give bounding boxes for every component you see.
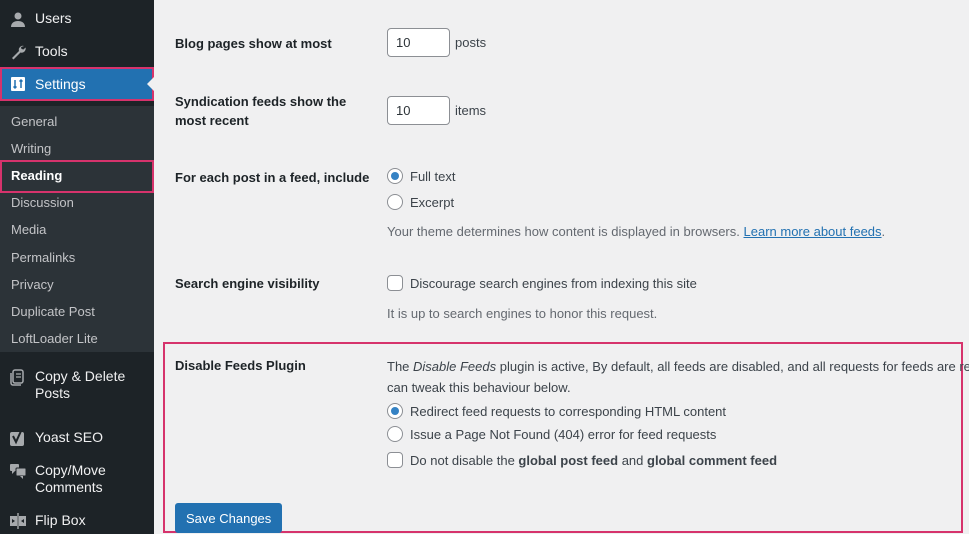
comments-icon xyxy=(8,461,28,481)
full-text-option[interactable]: Full text xyxy=(387,168,456,184)
yoast-icon xyxy=(8,428,28,448)
save-changes-button[interactable]: Save Changes xyxy=(175,503,283,533)
sidebar-item-copy-delete-posts[interactable]: Copy & Delete Posts xyxy=(0,367,154,402)
sidebar-item-users[interactable]: Users xyxy=(0,9,154,29)
disable-feeds-description: The Disable Feeds plugin is active, By d… xyxy=(387,356,969,398)
submenu-permalinks[interactable]: Permalinks xyxy=(11,250,75,265)
excerpt-label: Excerpt xyxy=(410,194,455,210)
gf-post-feed: global post feed xyxy=(518,452,619,468)
feed-include-label: For each post in a feed, include xyxy=(175,170,370,185)
reading-highlight xyxy=(0,160,154,193)
learn-more-feeds-link[interactable]: Learn more about feeds xyxy=(744,224,882,239)
feed-description-text: Your theme determines how content is dis… xyxy=(387,224,740,239)
global-feed-label: Do not disable the global post feed and … xyxy=(410,453,777,468)
discourage-search-checkbox[interactable] xyxy=(387,275,403,291)
submenu-duplicate-post[interactable]: Duplicate Post xyxy=(11,304,95,319)
syndication-label: Syndication feeds show the most recent xyxy=(175,92,346,130)
feed-items-input[interactable] xyxy=(387,96,450,125)
copy-move-line2: Comments xyxy=(35,479,103,495)
syndication-label-line1: Syndication feeds show the xyxy=(175,94,347,109)
submenu-media[interactable]: Media xyxy=(11,222,46,237)
posts-unit: posts xyxy=(455,35,487,50)
desc-rest: plugin is active, By default, all feeds … xyxy=(496,359,969,374)
discourage-search-label: Discourage search engines from indexing … xyxy=(410,275,697,291)
items-unit: items xyxy=(455,103,487,118)
gf-mid: and xyxy=(618,452,647,468)
copy-delete-icon xyxy=(8,367,28,387)
submenu-loftloader-lite[interactable]: LoftLoader Lite xyxy=(11,331,98,346)
link-suffix: . xyxy=(881,224,886,239)
submenu-general[interactable]: General xyxy=(11,114,57,129)
admin-sidebar: Users Tools Settings General Writing Rea… xyxy=(0,0,154,534)
excerpt-option[interactable]: Excerpt xyxy=(387,194,454,210)
search-visibility-label: Search engine visibility xyxy=(175,276,320,291)
full-text-radio[interactable] xyxy=(387,168,403,184)
wrench-icon xyxy=(8,42,28,62)
redirect-feed-option[interactable]: Redirect feed requests to corresponding … xyxy=(387,403,726,419)
feed-description: Your theme determines how content is dis… xyxy=(387,224,885,239)
blog-pages-label: Blog pages show at most xyxy=(175,36,332,51)
posts-per-page-input[interactable] xyxy=(387,28,450,57)
404-error-label: Issue a Page Not Found (404) error for f… xyxy=(410,426,717,442)
sidebar-item-copy-move-comments[interactable]: Copy/Move Comments xyxy=(0,461,154,496)
users-icon xyxy=(8,9,28,29)
sidebar-item-tools[interactable]: Tools xyxy=(0,42,154,62)
gf-comment-feed: global comment feed xyxy=(647,452,778,468)
desc-plugin-name: Disable Feeds xyxy=(413,359,497,374)
disable-feeds-label: Disable Feeds Plugin xyxy=(175,358,306,373)
copy-delete-line2: Posts xyxy=(35,385,71,401)
desc-prefix: The xyxy=(387,359,414,374)
redirect-feed-label: Redirect feed requests to corresponding … xyxy=(410,403,727,419)
settings-submenu: General Writing Reading Discussion Media… xyxy=(0,106,154,352)
current-menu-arrow xyxy=(147,77,154,91)
submenu-writing[interactable]: Writing xyxy=(11,141,51,156)
flip-box-icon xyxy=(8,511,28,531)
copy-move-line1: Copy/Move xyxy=(35,462,106,478)
sidebar-item-flip-box[interactable]: Flip Box xyxy=(0,511,154,531)
full-text-label: Full text xyxy=(410,168,456,184)
global-feed-checkbox[interactable] xyxy=(387,452,403,468)
sidebar-item-yoast-seo[interactable]: Yoast SEO xyxy=(0,428,154,448)
sidebar-item-settings[interactable]: Settings xyxy=(0,67,154,101)
404-error-option[interactable]: Issue a Page Not Found (404) error for f… xyxy=(387,426,716,442)
submenu-privacy[interactable]: Privacy xyxy=(11,277,54,292)
submenu-discussion[interactable]: Discussion xyxy=(11,195,74,210)
search-visibility-description: It is up to search engines to honor this… xyxy=(387,306,658,321)
settings-icon xyxy=(8,74,28,94)
404-error-radio[interactable] xyxy=(387,426,403,442)
gf-prefix: Do not disable the xyxy=(410,452,519,468)
discourage-search-option[interactable]: Discourage search engines from indexing … xyxy=(387,275,697,291)
copy-delete-line1: Copy & Delete xyxy=(35,368,126,384)
desc-line2: can tweak this behaviour below. xyxy=(387,380,571,395)
redirect-feed-radio[interactable] xyxy=(387,403,403,419)
global-feed-option[interactable]: Do not disable the global post feed and … xyxy=(387,452,777,468)
excerpt-radio[interactable] xyxy=(387,194,403,210)
syndication-label-line2: most recent xyxy=(175,113,249,128)
